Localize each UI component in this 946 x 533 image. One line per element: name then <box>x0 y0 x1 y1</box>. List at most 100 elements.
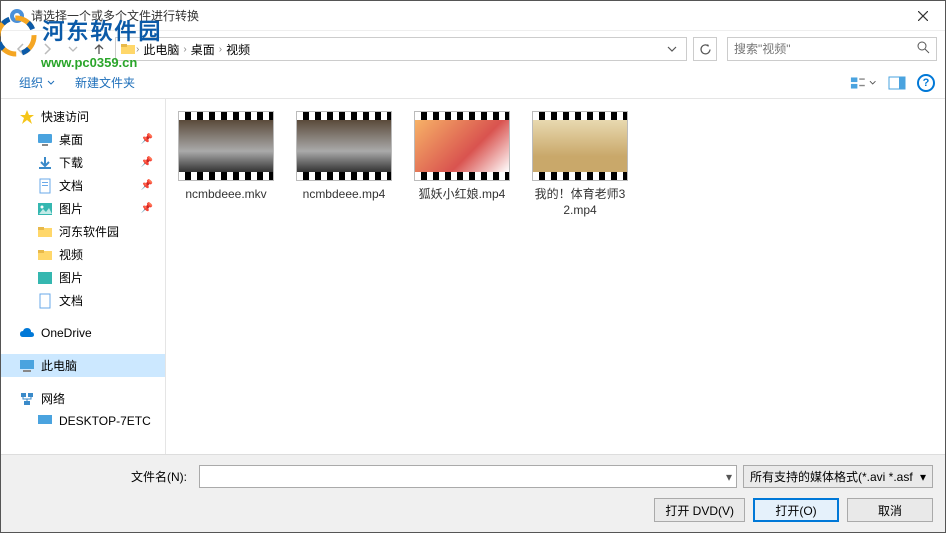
button-label: 打开 DVD(V) <box>665 502 734 519</box>
window-title: 请选择一个或多个文件进行转换 <box>31 7 900 24</box>
sidebar-item-label: 下载 <box>59 154 83 171</box>
folder-icon <box>120 41 136 57</box>
sidebar-item-label: OneDrive <box>41 326 92 340</box>
desktop-icon <box>37 132 53 148</box>
pin-icon: 📌 <box>141 157 161 168</box>
button-label: 打开(O) <box>775 502 816 519</box>
file-type-filter[interactable]: 所有支持的媒体格式(*.avi *.asf ▾ <box>743 465 933 488</box>
file-name: 我的！体育老师32.mp4 <box>530 187 630 218</box>
open-button[interactable]: 打开(O) <box>753 498 839 522</box>
sidebar-documents2[interactable]: 文档 <box>1 289 165 312</box>
video-thumbnail <box>414 111 510 181</box>
app-icon <box>9 8 25 24</box>
up-button[interactable] <box>87 37 111 61</box>
sidebar-this-pc[interactable]: 此电脑 <box>1 354 165 377</box>
cancel-button[interactable]: 取消 <box>847 498 933 522</box>
download-icon <box>37 155 53 171</box>
file-item[interactable]: ncmbdeee.mkv <box>176 111 276 203</box>
organize-label: 组织 <box>19 74 43 91</box>
view-mode-button[interactable] <box>849 72 877 94</box>
filename-label: 文件名(N): <box>13 468 193 485</box>
nav-arrows <box>9 37 111 61</box>
sidebar-network[interactable]: 网络 <box>1 387 165 410</box>
back-button[interactable] <box>9 37 33 61</box>
breadcrumb-seg[interactable]: 桌面 <box>187 41 219 58</box>
sidebar-pictures[interactable]: 图片 📌 <box>1 197 165 220</box>
video-thumbnail <box>296 111 392 181</box>
search-icon[interactable] <box>917 41 930 57</box>
sidebar-item-label: 网络 <box>41 390 65 407</box>
recent-dropdown[interactable] <box>61 37 85 61</box>
organize-menu[interactable]: 组织 <box>11 70 63 95</box>
video-thumbnail <box>532 111 628 181</box>
arrow-right-icon <box>40 42 54 56</box>
pc-icon <box>37 413 53 429</box>
star-icon <box>19 109 35 125</box>
open-dvd-button[interactable]: 打开 DVD(V) <box>654 498 745 522</box>
preview-icon <box>888 76 906 90</box>
pin-icon: 📌 <box>141 203 161 214</box>
file-item[interactable]: 狐妖小红娘.mp4 <box>412 111 512 203</box>
button-label: 取消 <box>878 502 902 519</box>
picture-icon <box>37 201 53 217</box>
navbar: › 此电脑 › 桌面 › 视频 <box>1 31 945 67</box>
view-icon <box>850 76 867 90</box>
chevron-down-icon: ▾ <box>920 470 926 484</box>
help-button[interactable]: ? <box>917 74 935 92</box>
sidebar-item-label: 此电脑 <box>41 357 77 374</box>
sidebar-desktop[interactable]: 桌面📌 <box>1 128 165 151</box>
sidebar-onedrive[interactable]: OneDrive <box>1 322 165 344</box>
sidebar-hedong[interactable]: 河东软件园 <box>1 220 165 243</box>
sidebar-item-label: 文档 <box>59 177 83 194</box>
search-input[interactable] <box>734 42 917 56</box>
breadcrumb-seg[interactable]: 此电脑 <box>139 41 183 58</box>
file-item[interactable]: 我的！体育老师32.mp4 <box>530 111 630 218</box>
sidebar-documents[interactable]: 文档 📌 <box>1 174 165 197</box>
sidebar-desktop-node[interactable]: DESKTOP-7ETC <box>1 410 165 432</box>
refresh-icon <box>699 43 712 56</box>
document-icon <box>37 178 53 194</box>
new-folder-button[interactable]: 新建文件夹 <box>67 70 143 95</box>
arrow-up-icon <box>92 42 106 56</box>
new-folder-label: 新建文件夹 <box>75 74 135 91</box>
chevron-down-icon <box>869 79 876 87</box>
sidebar: 快速访问 桌面📌 下载 📌 文档 📌 图片 📌 河东软件园 视频 图片 文档 OneD… <box>1 99 166 469</box>
chevron-down-icon[interactable]: ▾ <box>726 470 732 484</box>
sidebar-downloads[interactable]: 下载 📌 <box>1 151 165 174</box>
sidebar-video[interactable]: 视频 <box>1 243 165 266</box>
sidebar-item-label: 桌面 <box>59 131 83 148</box>
search-box[interactable] <box>727 37 937 61</box>
filter-label: 所有支持的媒体格式(*.avi *.asf <box>750 468 913 485</box>
arrow-left-icon <box>14 42 28 56</box>
document-icon <box>37 293 53 309</box>
pc-icon <box>19 358 35 374</box>
file-list[interactable]: ncmbdeee.mkv ncmbdeee.mp4 狐妖小红娘.mp4 我的！体… <box>166 99 945 469</box>
file-item[interactable]: ncmbdeee.mp4 <box>294 111 394 203</box>
network-icon <box>19 391 35 407</box>
sidebar-pictures2[interactable]: 图片 <box>1 266 165 289</box>
breadcrumb[interactable]: › 此电脑 › 桌面 › 视频 <box>115 37 687 61</box>
breadcrumb-seg[interactable]: 视频 <box>222 41 254 58</box>
bottom-bar: 文件名(N): ▾ 所有支持的媒体格式(*.avi *.asf ▾ 打开 DVD(… <box>1 454 945 532</box>
file-name: ncmbdeee.mkv <box>176 187 276 203</box>
forward-button[interactable] <box>35 37 59 61</box>
toolbar: 组织 新建文件夹 ? <box>1 67 945 99</box>
refresh-button[interactable] <box>693 37 717 61</box>
titlebar: 请选择一个或多个文件进行转换 <box>1 1 945 31</box>
close-button[interactable] <box>900 1 945 31</box>
chevron-down-icon <box>667 44 677 54</box>
video-thumbnail <box>178 111 274 181</box>
sidebar-item-label: 图片 <box>59 200 83 217</box>
filename-input[interactable]: ▾ <box>199 465 737 488</box>
preview-pane-button[interactable] <box>883 72 911 94</box>
chevron-down-icon <box>47 79 55 87</box>
main-area: 快速访问 桌面📌 下载 📌 文档 📌 图片 📌 河东软件园 视频 图片 文档 OneD… <box>1 99 945 469</box>
close-icon <box>918 11 928 21</box>
breadcrumb-dropdown[interactable] <box>662 44 682 54</box>
pin-icon: 📌 <box>141 180 161 191</box>
sidebar-quick-access[interactable]: 快速访问 <box>1 105 165 128</box>
sidebar-item-label: 快速访问 <box>41 108 89 125</box>
sidebar-item-label: 文档 <box>59 292 83 309</box>
sidebar-item-label: DESKTOP-7ETC <box>59 414 151 428</box>
folder-icon <box>37 247 53 263</box>
